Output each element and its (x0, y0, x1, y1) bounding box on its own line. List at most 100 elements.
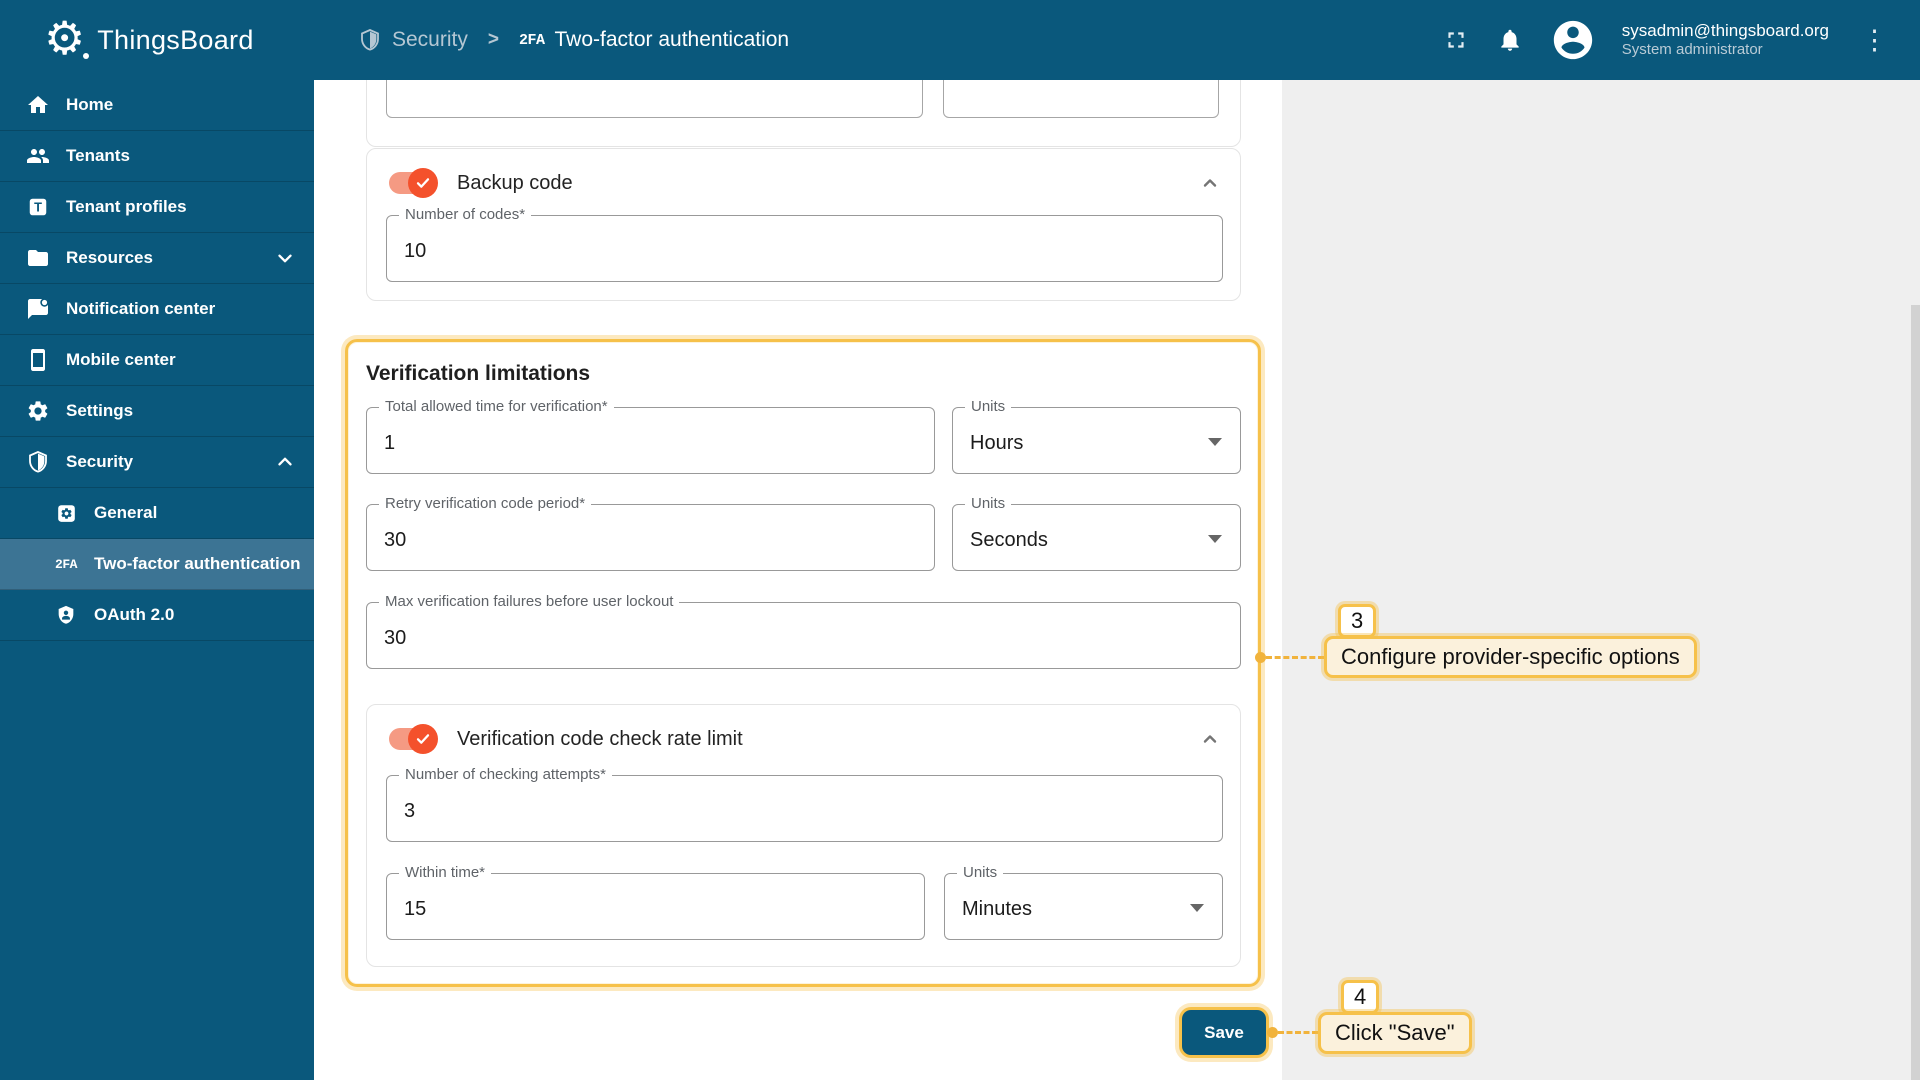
field-value: 15 (404, 898, 427, 920)
field-value: 10 (404, 240, 427, 262)
sidebar-item-mobile-center[interactable]: Mobile center (0, 335, 314, 386)
callout-4-dot (1267, 1027, 1278, 1038)
toggle-check-icon (408, 724, 438, 754)
sidebar-item-resources[interactable]: Resources (0, 233, 314, 284)
field-label: Units (965, 495, 1012, 512)
breadcrumb-separator: > (487, 29, 499, 50)
fullscreen-icon[interactable] (1442, 26, 1470, 54)
total-time-units-select[interactable]: Units Hours (952, 398, 1241, 474)
sidebar-item-tenants[interactable]: Tenants (0, 131, 314, 182)
field-label: Units (965, 398, 1012, 415)
settings-gear-icon (26, 399, 50, 423)
chevron-down-icon (274, 247, 296, 269)
rate-limit-title: Verification code check rate limit (457, 727, 743, 750)
main-content: Backup code Number of codes* 10 Verifica… (314, 80, 1920, 1080)
top-header: ⚙ ThingsBoard Security > 2FA Two-factor … (0, 0, 1920, 80)
callout-4-label: Click "Save" (1318, 1012, 1472, 1054)
save-button[interactable]: Save (1182, 1010, 1266, 1055)
callout-3-label: Configure provider-specific options (1324, 636, 1697, 678)
more-vert-icon[interactable]: ⋮ (1855, 25, 1894, 56)
breadcrumb-current: 2FA Two-factor authentication (519, 28, 789, 52)
chevron-up-icon (274, 451, 296, 473)
field-value: 1 (384, 432, 396, 454)
svg-text:T: T (34, 200, 42, 215)
dropdown-arrow-icon (1208, 535, 1222, 543)
total-time-field[interactable]: Total allowed time for verification* 1 (366, 398, 935, 474)
field-label: Max verification failures before user lo… (379, 593, 680, 610)
home-icon (26, 93, 50, 117)
max-failures-field[interactable]: Max verification failures before user lo… (366, 593, 1241, 669)
partial-input-left[interactable] (386, 80, 923, 118)
callout-3-connector (1266, 656, 1324, 659)
breadcrumb: Security > 2FA Two-factor authentication (358, 28, 1442, 52)
oauth-shield-person-icon (54, 603, 78, 627)
sidebar-item-security[interactable]: Security (0, 437, 314, 488)
field-label: Total allowed time for verification* (379, 398, 614, 415)
toggle-check-icon (408, 168, 438, 198)
app-title: ThingsBoard (97, 24, 254, 55)
rate-limit-card: Verification code check rate limit Numbe… (366, 704, 1241, 967)
sidebar-item-tenant-profiles[interactable]: T Tenant profiles (0, 182, 314, 233)
breadcrumb-parent[interactable]: Security (358, 28, 468, 52)
mobile-center-icon (26, 348, 50, 372)
verification-limitations-title: Verification limitations (366, 362, 591, 385)
header-actions: sysadmin@thingsboard.org System administ… (1442, 17, 1920, 63)
selected-value: Hours (970, 432, 1024, 454)
partial-input-right[interactable] (943, 80, 1219, 118)
field-label: Units (957, 864, 1004, 881)
app-logo[interactable]: ⚙ ThingsBoard (0, 12, 314, 64)
sidebar-item-oauth[interactable]: OAuth 2.0 (0, 590, 314, 641)
callout-4-number: 4 (1341, 980, 1380, 1014)
user-info[interactable]: sysadmin@thingsboard.org System administ… (1622, 20, 1829, 60)
collapse-chevron-icon[interactable] (1198, 171, 1222, 195)
user-role: System administrator (1621, 41, 1763, 59)
thingsboard-logo-icon: ⚙ (44, 12, 90, 64)
within-time-field[interactable]: Within time* 15 (386, 864, 925, 940)
retry-period-field[interactable]: Retry verification code period* 30 (366, 495, 935, 571)
user-email: sysadmin@thingsboard.org (1621, 21, 1829, 40)
tenant-profiles-icon: T (26, 195, 50, 219)
callout-3-number: 3 (1338, 604, 1377, 638)
backup-code-card: Backup code Number of codes* 10 (366, 148, 1241, 301)
field-label: Retry verification code period* (379, 495, 592, 512)
field-value: 30 (384, 627, 407, 649)
security-shield-icon (26, 450, 50, 474)
within-time-units-select[interactable]: Units Minutes (944, 864, 1223, 940)
2fa-icon: 2FA (55, 556, 77, 572)
collapse-chevron-icon[interactable] (1198, 727, 1222, 751)
folder-icon (26, 246, 50, 270)
2fa-icon: 2FA (518, 31, 545, 49)
dropdown-arrow-icon (1208, 438, 1222, 446)
field-value: 30 (384, 529, 407, 551)
general-settings-icon (54, 501, 78, 525)
number-of-codes-field[interactable]: Number of codes* 10 (386, 206, 1223, 282)
user-avatar[interactable] (1550, 17, 1596, 63)
selected-value: Minutes (962, 898, 1033, 920)
tenants-icon (26, 144, 50, 168)
callout-3-dot (1255, 652, 1266, 663)
sidebar-item-settings[interactable]: Settings (0, 386, 314, 437)
retry-period-units-select[interactable]: Units Seconds (952, 495, 1241, 571)
vertical-scrollbar[interactable] (1911, 305, 1920, 1080)
dropdown-arrow-icon (1190, 904, 1204, 912)
notifications-bell-icon[interactable] (1496, 26, 1524, 54)
selected-value: Seconds (970, 529, 1048, 551)
checking-attempts-field[interactable]: Number of checking attempts* 3 (386, 766, 1223, 842)
notification-center-icon (26, 297, 50, 321)
field-label: Within time* (399, 864, 492, 881)
backup-code-title: Backup code (457, 171, 573, 194)
rate-limit-toggle[interactable] (389, 724, 438, 754)
sidebar-item-two-factor-authentication[interactable]: 2FA Two-factor authentication (0, 539, 314, 590)
sidebar-item-security-general[interactable]: General (0, 488, 314, 539)
sidebar-item-notification-center[interactable]: Notification center (0, 284, 314, 335)
callout-4-connector (1278, 1031, 1318, 1034)
breadcrumb-current-label: Two-factor authentication (554, 28, 790, 51)
field-label: Number of checking attempts* (399, 766, 612, 783)
sidebar-nav: Home Tenants T Tenant profiles Resources (0, 80, 314, 1080)
shield-icon (358, 28, 382, 52)
field-value: 3 (404, 800, 416, 822)
field-label: Number of codes* (399, 206, 532, 223)
backup-code-toggle[interactable] (389, 168, 438, 198)
breadcrumb-parent-label: Security (392, 28, 468, 51)
sidebar-item-home[interactable]: Home (0, 80, 314, 131)
